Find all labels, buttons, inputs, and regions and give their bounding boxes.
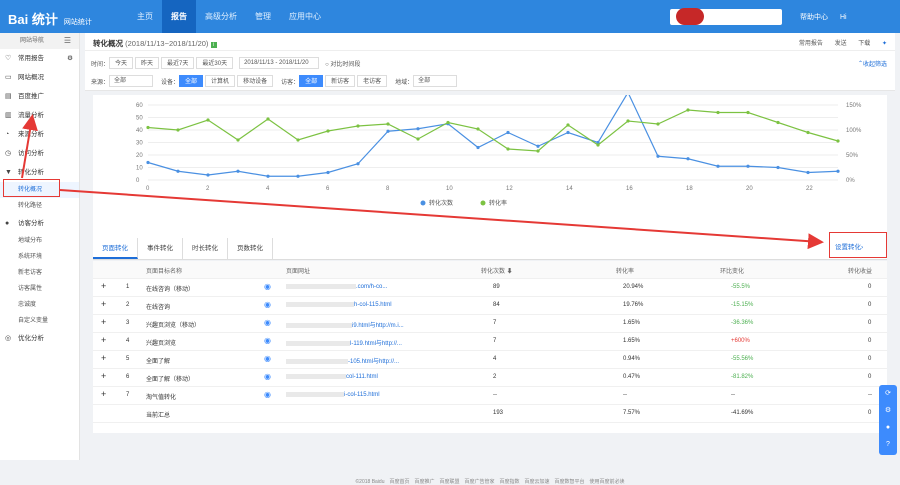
settings-icon[interactable]: ⚙ xyxy=(879,402,897,419)
arrow-right xyxy=(59,189,824,250)
help-icon[interactable]: ? xyxy=(879,436,897,453)
annotation-arrows xyxy=(21,114,824,250)
chat-icon[interactable]: ● xyxy=(879,419,897,436)
footer: ©2018 Baidu 百度首页 百度推广 百度联盟 百度广告管家 百度指数 百… xyxy=(355,479,625,485)
refresh-icon[interactable]: ⟳ xyxy=(879,385,897,402)
floating-toolbar: ⟳ ⚙ ● ? xyxy=(879,385,897,455)
arrow-up xyxy=(21,114,38,179)
